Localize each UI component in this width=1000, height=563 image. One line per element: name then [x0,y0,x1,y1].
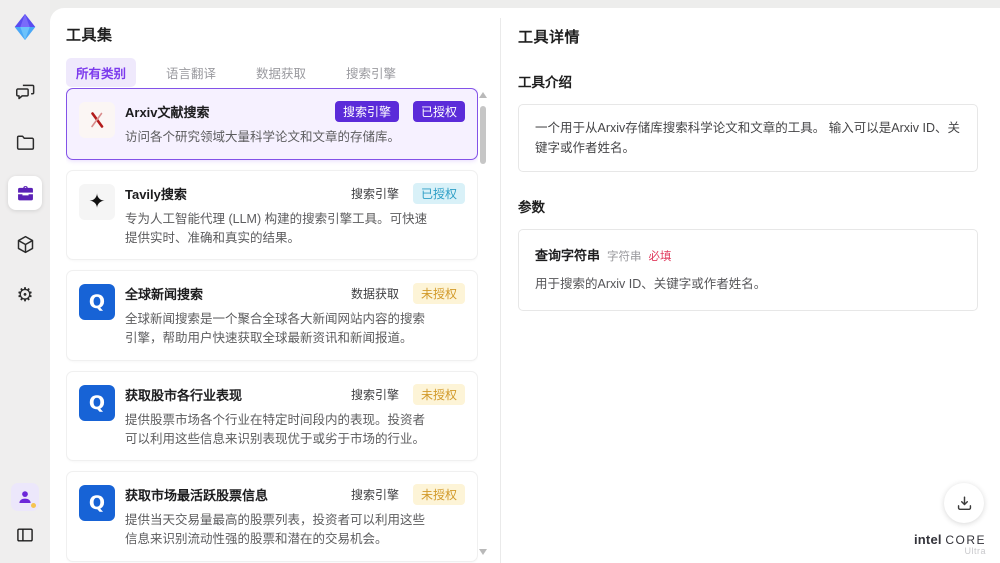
sidebar-item-files folder-icon[interactable] [8,125,42,159]
brand-intel: intel [913,531,942,547]
blue-q-icon: Q [79,284,115,321]
param-name: 查询字符串 [535,248,601,263]
tool-list-scrollbar[interactable] [478,92,488,555]
tool-name: 全球新闻搜索 [125,287,204,303]
tool-list-item-active-stocks[interactable]: Q 获取市场最活跃股票信息 搜索引擎 未授权 提供当天交易量最高的股票列表，投资… [66,471,478,562]
tool-list-item-arxiv[interactable]: Arxiv文献搜索 搜索引擎 已授权 访问各个研究领域大量科学论文和文章的存储库… [66,88,478,160]
brand-core: CORE [945,532,986,547]
intro-heading: 工具介绍 [518,75,572,90]
tool-description: 提供当天交易量最高的股票列表，投资者可以利用这些信息来识别流动性强的股票和潜在的… [125,513,426,546]
brand-ultra: Ultra [964,546,986,557]
tool-status-badge: 已授权 [412,101,465,122]
param-type: 字符串 [607,251,642,263]
scrollbar-thumb[interactable] [480,106,486,164]
tool-name: Tavily搜索 [125,186,187,202]
tool-category: 搜索引擎 [350,387,399,402]
blue-q-icon: Q [79,485,115,522]
tab-data-fetch[interactable]: 数据获取 [246,58,316,87]
param-required-flag: 必填 [648,251,672,263]
sidebar-item-settings settings-icon[interactable]: ⚙ [8,278,42,312]
intro-card: 一个用于从Arxiv存储库搜索科学论文和文章的工具。 输入可以是Arxiv ID… [518,104,978,172]
arxiv-icon [79,102,115,138]
app-logo gem-logo-icon[interactable] [8,10,42,44]
tool-category: 数据获取 [350,287,399,302]
panel-divider [500,18,501,563]
tool-status-badge: 已授权 [412,182,465,204]
tool-description: 全球新闻搜索是一个聚合全球各大新闻网站内容的搜索引擎，帮助用户快速获取全球最新资… [125,312,426,345]
tool-name: Arxiv文献搜索 [125,105,210,120]
tool-status-badge: 未授权 [412,283,465,305]
params-heading: 参数 [518,200,545,215]
sidebar-item-tools toolbox-icon[interactable] [8,176,42,210]
sidebar-item-models package-icon[interactable] [8,227,42,261]
sidebar-item-chat chat-icon[interactable] [8,74,42,108]
tool-list: Arxiv文献搜索 搜索引擎 已授权 访问各个研究领域大量科学论文和文章的存储库… [66,88,478,563]
param-description: 用于搜索的Arxiv ID、关键字或作者姓名。 [535,277,767,291]
tool-status-badge: 未授权 [412,383,465,405]
app-rail: ⚙ [0,0,50,563]
download-button download-icon[interactable] [944,483,984,523]
tool-list-item-stock-sectors[interactable]: Q 获取股市各行业表现 搜索引擎 未授权 提供股票市场各个行业在特定时间段内的表… [66,370,478,462]
scroll-down-arrow-icon[interactable] [479,549,487,555]
collapse-panel-icon[interactable] [11,521,39,549]
main-panel: 工具集 所有类别 语言翻译 数据获取 搜索引擎 Arxiv文献搜索 搜索引擎 已… [50,8,1000,563]
scroll-up-arrow-icon[interactable] [479,92,487,98]
tab-all-categories[interactable]: 所有类别 [66,58,137,87]
tool-description: 专为人工智能代理 (LLM) 构建的搜索引擎工具。可快速提供实时、准确和真实的结… [125,211,428,245]
blue-q-icon: Q [79,384,115,421]
intro-text: 一个用于从Arxiv存储库搜索科学论文和文章的工具。 输入可以是Arxiv ID… [535,121,961,155]
tool-category: 搜索引擎 [350,186,399,201]
tool-name: 获取股市各行业表现 [125,387,243,403]
tool-category-badge: 搜索引擎 [334,101,399,122]
tool-status-badge: 未授权 [412,484,465,506]
star-icon: ✦ [79,183,115,220]
parameter-card: 查询字符串 字符串 必填 用于搜索的Arxiv ID、关键字或作者姓名。 [518,229,978,311]
tool-description: 访问各个研究领域大量科学论文和文章的存储库。 [125,130,401,144]
status-dot [31,503,36,508]
tool-category: 搜索引擎 [350,488,399,503]
intel-core-logo: intel CORE Ultra [913,531,986,557]
tool-name: 获取市场最活跃股票信息 [125,488,269,504]
tab-language-translation[interactable]: 语言翻译 [156,58,226,87]
tool-list-item-tavily[interactable]: ✦ Tavily搜索 搜索引擎 已授权 专为人工智能代理 (LLM) 构建的搜索… [66,169,478,261]
gear-glyph: ⚙ [16,284,34,306]
user-avatar user-icon[interactable] [11,483,39,511]
tool-description: 提供股票市场各个行业在特定时间段内的表现。投资者可以利用这些信息来识别表现优于或… [125,412,426,446]
tool-list-item-global-news[interactable]: Q 全球新闻搜索 数据获取 未授权 全球新闻搜索是一个聚合全球各大新闻网站内容的… [66,270,478,361]
tab-search-engine[interactable]: 搜索引擎 [336,58,406,87]
tool-detail-panel: 工具详情 工具介绍 一个用于从Arxiv存储库搜索科学论文和文章的工具。 输入可… [518,8,978,311]
detail-title: 工具详情 [518,29,581,46]
page-title: 工具集 [66,27,113,44]
category-tabs: 所有类别 语言翻译 数据获取 搜索引擎 [66,58,406,87]
